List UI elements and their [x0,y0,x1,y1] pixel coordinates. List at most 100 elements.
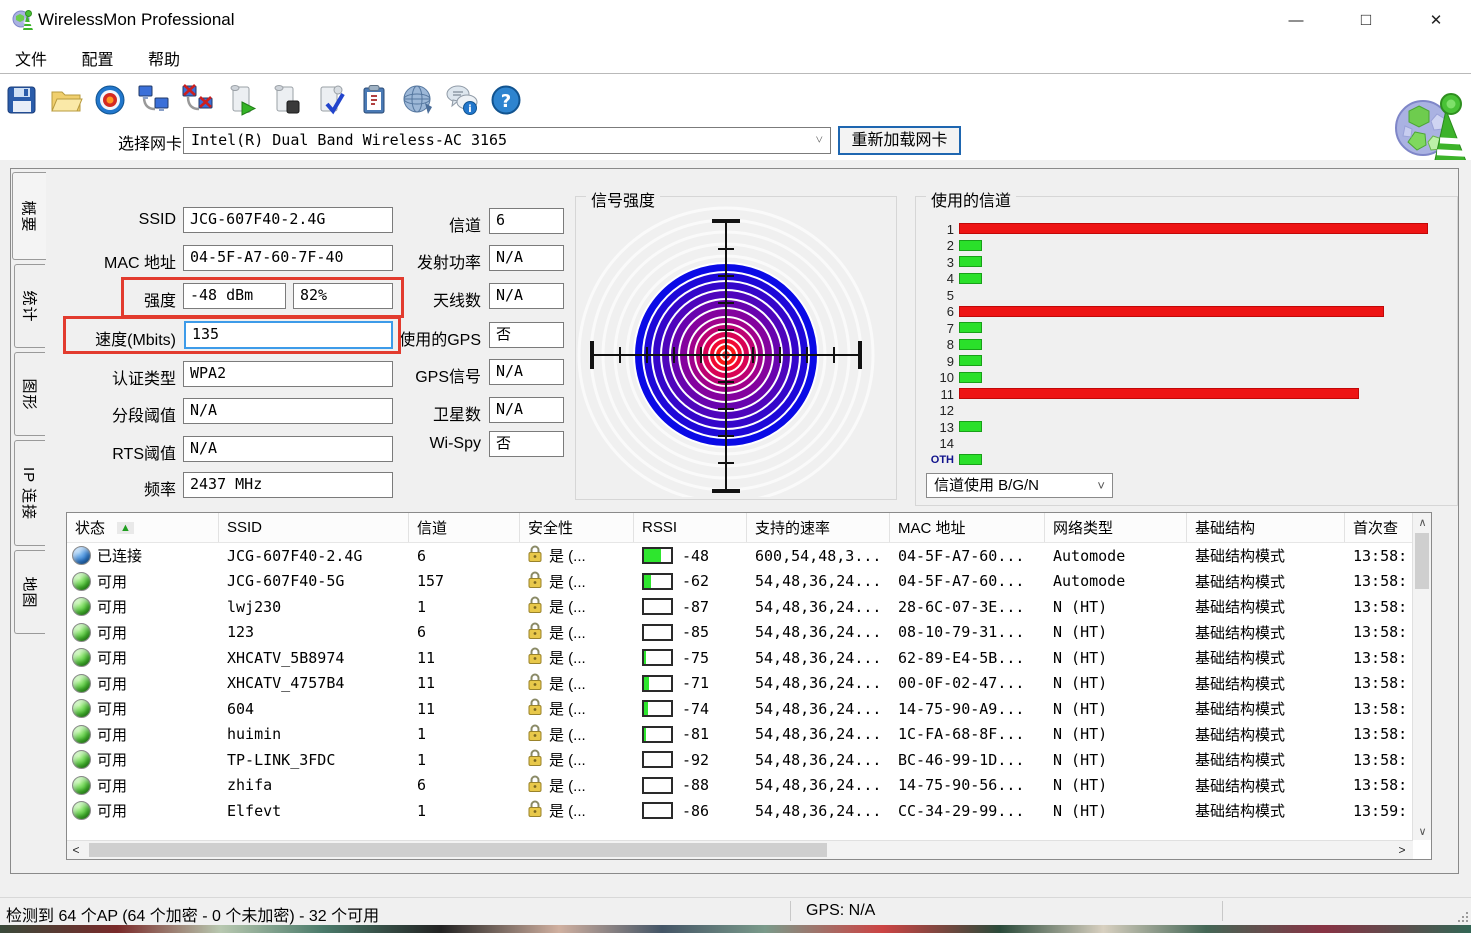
rssi-bar-icon [642,649,673,666]
header-first-seen[interactable]: 首次查 [1345,513,1411,542]
rssi-value: -48 [682,547,709,565]
horizontal-scroll-thumb[interactable] [89,843,827,857]
table-row[interactable]: 可用 huimin 1 是 (... -81 54,48,36,24... 1C… [67,722,1413,748]
table-row[interactable]: 可用 zhifa 6 是 (... -88 54,48,36,24... 14-… [67,773,1413,799]
channel-usage-bar [959,454,982,465]
svg-text:?: ? [501,91,511,112]
close-button[interactable]: ✕ [1412,6,1460,34]
table-row[interactable]: 可用 lwj230 1 是 (... -87 54,48,36,24... 28… [67,594,1413,620]
feedback-icon[interactable]: i [440,79,484,121]
vertical-scroll-thumb[interactable] [1415,533,1429,589]
mac-cell: BC-46-99-1D... [890,751,1045,769]
infrastructure-cell: 基础结构模式 [1187,622,1345,643]
status-orb-icon [72,546,91,565]
stop-log-icon[interactable] [264,79,308,121]
minimize-button[interactable]: — [1272,6,1320,34]
desktop-wallpaper-strip [0,925,1471,933]
save-icon[interactable] [0,79,44,121]
ssid-cell: JCG-607F40-5G [219,572,409,590]
status-orb-icon [72,750,91,769]
annotation-box-speed [63,316,401,354]
channel-field: 6 [489,208,564,234]
report-icon[interactable] [352,79,396,121]
target-icon[interactable] [88,79,132,121]
ssid-cell: huimin [219,725,409,743]
tab-map[interactable]: 地图 [14,550,45,634]
rssi-value: -81 [682,725,709,743]
connect-adapter-icon[interactable] [132,79,176,121]
menu-configuration[interactable]: 配置 [66,40,128,70]
padlock-icon [528,698,542,719]
infrastructure-cell: 基础结构模式 [1187,749,1345,770]
table-row[interactable]: 可用 123 6 是 (... -85 54,48,36,24... 08-10… [67,620,1413,646]
scroll-up-icon[interactable]: ∧ [1413,513,1432,531]
verify-log-icon[interactable] [308,79,352,121]
header-network-type[interactable]: 网络类型 [1045,513,1187,542]
table-row[interactable]: 可用 JCG-607F40-5G 157 是 (... -62 54,48,36… [67,569,1413,595]
header-ssid[interactable]: SSID [219,513,409,542]
signal-strength-radar [576,205,896,497]
channel-row: 9 [922,353,1453,370]
status-separator [790,901,791,921]
reload-adapter-button[interactable]: 重新加载网卡 [838,126,961,155]
open-folder-icon[interactable] [44,79,88,121]
rates-cell: 54,48,36,24... [747,725,890,743]
network-type-cell: N (HT) [1045,674,1187,692]
mac-cell: CC-34-29-99... [890,802,1045,820]
adapter-selected-value: Intel(R) Dual Band Wireless-AC 3165 [191,131,507,149]
infrastructure-cell: 基础结构模式 [1187,596,1345,617]
channel-usage-select[interactable]: 信道使用 B/G/N ˅ [926,473,1113,498]
table-row[interactable]: 已连接 JCG-607F40-2.4G 6 是 (... -48 600,54,… [67,543,1413,569]
resize-grip[interactable] [1458,912,1468,922]
network-type-cell: N (HT) [1045,725,1187,743]
security-text: 是 (... [549,673,586,694]
header-rates[interactable]: 支持的速率 [747,513,890,542]
disconnect-adapter-icon[interactable] [176,79,220,121]
rssi-value: -85 [682,623,709,641]
header-security[interactable]: 安全性 [520,513,634,542]
channel-number-label: 9 [922,354,954,369]
channel-usage-bar [959,273,982,284]
table-row[interactable]: 可用 XHCATV_4757B4 11 是 (... -71 54,48,36,… [67,671,1413,697]
header-rssi[interactable]: RSSI [634,513,747,542]
header-mac[interactable]: MAC 地址 [890,513,1045,542]
channel-row: 14 [922,436,1453,453]
scroll-right-icon[interactable]: > [1393,841,1411,859]
header-status[interactable]: 状态▲ [67,513,219,542]
wispy-label: Wi-Spy [355,435,481,453]
security-text: 是 (... [549,571,586,592]
fragment-threshold-label: 分段阈值 [6,402,176,426]
first-seen-cell: 13:58: [1345,598,1411,616]
security-text: 是 (... [549,596,586,617]
header-infrastructure[interactable]: 基础结构 [1187,513,1345,542]
scroll-left-icon[interactable]: < [67,841,85,859]
menu-help[interactable]: 帮助 [133,40,195,70]
maximize-button[interactable]: □ [1342,6,1390,34]
scroll-down-icon[interactable]: ∨ [1413,822,1432,840]
start-log-icon[interactable] [220,79,264,121]
web-icon[interactable] [396,79,440,121]
channel-number-label: 12 [922,403,954,418]
security-text: 是 (... [549,800,586,821]
status-orb-icon [72,725,91,744]
mac-cell: 00-0F-02-47... [890,674,1045,692]
adapter-select[interactable]: Intel(R) Dual Band Wireless-AC 3165 ˅ [183,127,831,154]
padlock-icon [528,673,542,694]
table-row[interactable]: 可用 604 11 是 (... -74 54,48,36,24... 14-7… [67,696,1413,722]
help-icon[interactable]: ? [484,79,528,121]
horizontal-scrollbar[interactable]: < > [67,840,1413,859]
table-row[interactable]: 可用 TP-LINK_3FDC 1 是 (... -92 54,48,36,24… [67,747,1413,773]
table-row[interactable]: 可用 Elfevt 1 是 (... -86 54,48,36,24... CC… [67,798,1413,824]
ssid-cell: lwj230 [219,598,409,616]
gps-signal-field: N/A [489,359,564,385]
channel-usage-bar [959,421,982,432]
mac-cell: 28-6C-07-3E... [890,598,1045,616]
status-orb-icon [72,572,91,591]
ssid-cell: zhifa [219,776,409,794]
menu-file[interactable]: 文件 [0,40,62,70]
vertical-scrollbar[interactable]: ∧ ∨ [1412,513,1431,840]
network-type-cell: N (HT) [1045,598,1187,616]
table-row[interactable]: 可用 XHCATV_5B8974 11 是 (... -75 54,48,36,… [67,645,1413,671]
ssid-cell: XHCATV_4757B4 [219,674,409,692]
header-channel[interactable]: 信道 [409,513,520,542]
